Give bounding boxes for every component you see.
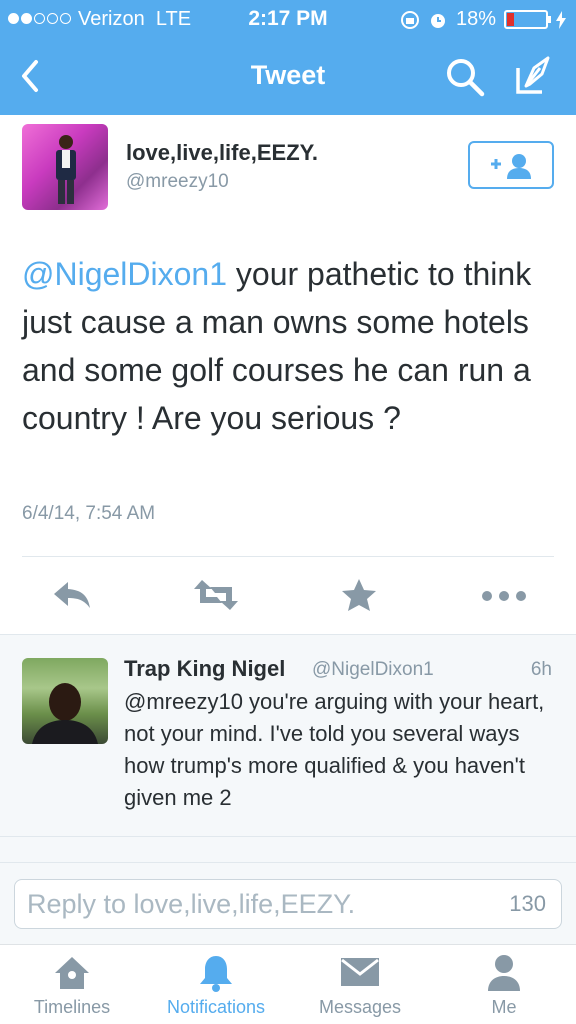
reply-author-name[interactable]: Trap King Nigel [124,656,285,682]
alarm-icon [430,13,445,28]
page-title: Tweet [250,60,326,90]
battery-percent: 18% [455,8,496,30]
reply-avatar[interactable] [22,658,108,744]
author-name[interactable]: love,live,life,EEZY. [126,140,318,166]
divider [22,556,554,557]
reply-author-handle[interactable]: @NigelDixon1 [312,659,434,681]
more-icon[interactable] [481,590,527,602]
tab-label: Timelines [33,997,111,1017]
charging-bolt-icon [556,10,566,29]
follow-button[interactable] [468,141,554,189]
tab-label: Messages [318,997,402,1017]
author-handle[interactable]: @mreezy10 [126,171,229,193]
reply-input[interactable] [14,879,562,929]
tweet-timestamp: 6/4/14, 7:54 AM [22,503,156,524]
battery-icon [504,10,551,29]
home-icon [55,957,89,989]
character-count: 130 [509,891,546,916]
tab-label: Me [491,997,517,1017]
tab-me[interactable]: Me [432,945,576,1024]
divider [0,836,576,837]
tab-notifications[interactable]: Notifications [144,945,288,1024]
author-avatar[interactable] [22,124,108,210]
top-bar: Verizon LTE 2:17 PM 18% Tweet [0,0,576,115]
tweet-text: @NigelDixon1 your pathetic to think just… [22,250,552,442]
reply-bar: 130 [0,862,576,944]
tab-label: Notifications [166,997,266,1017]
compose-icon[interactable] [512,54,556,98]
tab-timelines[interactable]: Timelines [0,945,144,1024]
reply-text: @mreezy10 you're arguing with your heart… [124,689,545,810]
bell-icon [200,956,232,992]
nav-bar: Tweet [0,40,576,112]
reply-timestamp: 6h [530,659,552,680]
status-bar: Verizon LTE 2:17 PM 18% [0,0,576,38]
reply-icon[interactable] [52,578,92,612]
person-icon [488,955,520,991]
follow-user-icon [491,154,531,179]
rotation-lock-icon [400,10,419,29]
tab-bar: Timelines Notifications Messages Me [0,944,576,1024]
retweet-icon[interactable] [192,578,240,612]
tab-messages[interactable]: Messages [288,945,432,1024]
envelope-icon [341,958,379,986]
star-icon[interactable] [341,578,377,612]
mention-link[interactable]: @NigelDixon1 [22,256,227,292]
search-icon[interactable] [444,56,486,98]
tweet-actions [0,572,576,620]
divider [0,634,576,635]
